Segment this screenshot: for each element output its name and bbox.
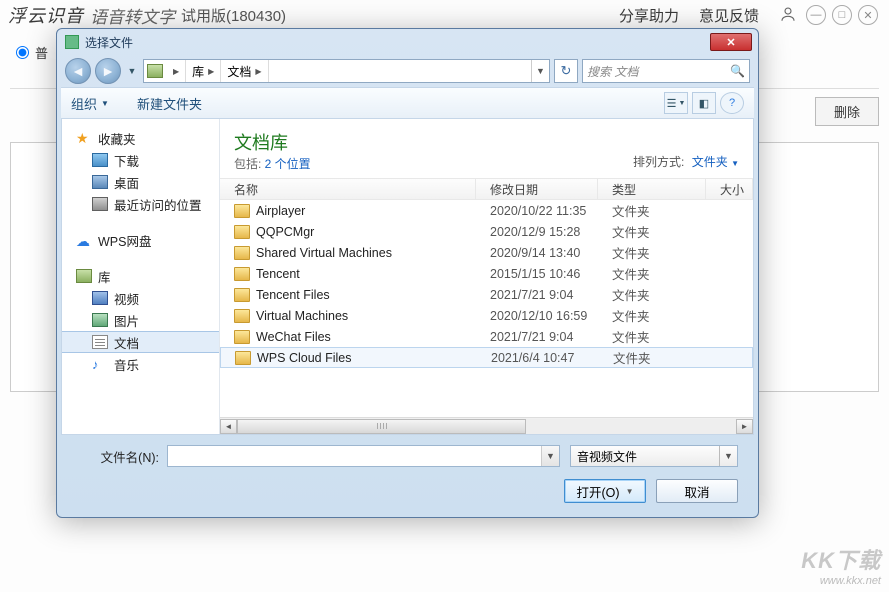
nav-row: ◄ ► ▼ ▶ 库▶ 文档▶ ▼ ↻ 搜索 文档 🔍: [57, 55, 758, 87]
view-options-button[interactable]: ☰ ▼: [664, 92, 688, 114]
delete-button[interactable]: 删除: [815, 97, 879, 126]
folder-icon: [234, 246, 250, 260]
library-subtitle: 包括: 2 个位置: [234, 155, 311, 172]
minimize-icon[interactable]: —: [806, 5, 826, 25]
dialog-title: 选择文件: [85, 34, 133, 51]
maximize-icon[interactable]: □: [832, 5, 852, 25]
address-bar[interactable]: ▶ 库▶ 文档▶ ▼: [143, 59, 550, 83]
sidebar-item-documents[interactable]: 文档: [62, 331, 219, 353]
mode-radio[interactable]: [16, 46, 29, 59]
sidebar-item-downloads[interactable]: 下载: [62, 149, 219, 171]
filetype-dropdown-icon[interactable]: ▼: [719, 446, 737, 466]
feedback-link[interactable]: 意见反馈: [699, 5, 759, 26]
folder-icon: [234, 267, 250, 281]
address-dropdown-icon[interactable]: ▼: [531, 60, 549, 82]
sidebar-item-pictures[interactable]: 图片: [62, 309, 219, 331]
close-app-icon[interactable]: ✕: [858, 5, 878, 25]
table-row[interactable]: Airplayer2020/10/22 11:35文件夹: [220, 200, 753, 221]
dialog-titlebar[interactable]: 选择文件 ✕: [57, 29, 758, 55]
search-icon: 🔍: [730, 64, 745, 78]
library-icon: [147, 64, 163, 78]
app-brand: 浮云识音: [8, 2, 84, 28]
col-date: 修改日期: [476, 179, 598, 199]
dialog-icon: [65, 35, 79, 49]
folder-icon: [234, 225, 250, 239]
col-type: 类型: [598, 179, 706, 199]
dialog-footer: 文件名(N): ▼ 音视频文件 ▼ 打开(O)▼ 取消: [57, 435, 758, 517]
app-header: 浮云识音 语音转文字 试用版(180430) 分享助力 意见反馈 — □ ✕: [0, 0, 889, 30]
column-headers[interactable]: 名称 修改日期 类型 大小: [220, 178, 753, 200]
new-folder-button[interactable]: 新建文件夹: [137, 94, 202, 113]
file-list-area: 文档库 包括: 2 个位置 排列方式: 文件夹 ▼ 名称 修改日期 类型 大小 …: [220, 119, 753, 434]
recent-icon: [92, 197, 108, 211]
sidebar-item-desktop[interactable]: 桌面: [62, 171, 219, 193]
scroll-left-icon[interactable]: ◄: [220, 419, 237, 434]
downloads-icon: [92, 153, 108, 167]
sidebar-item-music[interactable]: ♪ 音乐: [62, 353, 219, 375]
file-open-dialog: 选择文件 ✕ ◄ ► ▼ ▶ 库▶ 文档▶ ▼ ↻ 搜索 文档 🔍 组织▼ 新建…: [56, 28, 759, 518]
music-icon: ♪: [92, 357, 108, 371]
sidebar: ★ 收藏夹 下载 桌面 最近访问的位置 ☁: [62, 119, 220, 434]
table-row[interactable]: Shared Virtual Machines2020/9/14 13:40文件…: [220, 242, 753, 263]
folder-icon: [234, 309, 250, 323]
col-size: 大小: [706, 179, 753, 199]
filetype-select[interactable]: 音视频文件 ▼: [570, 445, 738, 467]
folder-icon: [234, 288, 250, 302]
app-version: 试用版(180430): [181, 5, 286, 26]
table-row[interactable]: QQPCMgr2020/12/9 15:28文件夹: [220, 221, 753, 242]
app-subtitle: 语音转文字: [90, 3, 175, 28]
library-title: 文档库: [234, 129, 311, 155]
folder-icon: [235, 351, 251, 365]
search-input[interactable]: 搜索 文档 🔍: [582, 59, 750, 83]
sidebar-favorites[interactable]: ★ 收藏夹: [62, 127, 219, 149]
mode-label: 普: [35, 43, 48, 62]
toolbar: 组织▼ 新建文件夹 ☰ ▼ ◧ ?: [61, 87, 754, 119]
table-row[interactable]: Tencent Files2021/7/21 9:04文件夹: [220, 284, 753, 305]
preview-pane-button[interactable]: ◧: [692, 92, 716, 114]
arrange-by[interactable]: 排列方式: 文件夹 ▼: [633, 153, 739, 172]
table-row[interactable]: Virtual Machines2020/12/10 16:59文件夹: [220, 305, 753, 326]
horizontal-scrollbar[interactable]: ◄ ►: [220, 417, 753, 434]
star-icon: ★: [76, 131, 92, 145]
cancel-button[interactable]: 取消: [656, 479, 738, 503]
table-row[interactable]: Tencent2015/1/15 10:46文件夹: [220, 263, 753, 284]
video-icon: [92, 291, 108, 305]
scroll-right-icon[interactable]: ►: [736, 419, 753, 434]
watermark: KK下载 www.kkx.net: [801, 548, 881, 588]
organize-menu[interactable]: 组织▼: [71, 94, 109, 113]
nav-history-dropdown[interactable]: ▼: [125, 60, 139, 82]
filename-dropdown-icon[interactable]: ▼: [541, 446, 559, 466]
sidebar-libraries[interactable]: 库: [62, 265, 219, 287]
sidebar-wps[interactable]: ☁ WPS网盘: [62, 229, 219, 251]
folder-icon: [234, 330, 250, 344]
nav-back-button[interactable]: ◄: [65, 58, 91, 84]
refresh-button[interactable]: ↻: [554, 59, 578, 83]
sidebar-item-recent[interactable]: 最近访问的位置: [62, 193, 219, 215]
nav-forward-button[interactable]: ►: [95, 58, 121, 84]
open-button[interactable]: 打开(O)▼: [564, 479, 646, 503]
folder-icon: [234, 204, 250, 218]
filename-input[interactable]: ▼: [167, 445, 560, 467]
documents-icon: [92, 335, 108, 349]
cloud-icon: ☁: [76, 233, 92, 247]
scroll-thumb[interactable]: [237, 419, 526, 434]
pictures-icon: [92, 313, 108, 327]
help-button[interactable]: ?: [720, 92, 744, 114]
filename-label: 文件名(N):: [77, 447, 167, 466]
sidebar-item-videos[interactable]: 视频: [62, 287, 219, 309]
desktop-icon: [92, 175, 108, 189]
table-row[interactable]: WPS Cloud Files2021/6/4 10:47文件夹: [220, 347, 753, 368]
col-name: 名称: [220, 179, 476, 199]
share-link[interactable]: 分享助力: [619, 5, 679, 26]
close-dialog-button[interactable]: ✕: [710, 33, 752, 51]
user-icon[interactable]: [769, 5, 803, 26]
table-row[interactable]: WeChat Files2021/7/21 9:04文件夹: [220, 326, 753, 347]
locations-link[interactable]: 2 个位置: [265, 157, 311, 171]
library-nav-icon: [76, 269, 92, 283]
